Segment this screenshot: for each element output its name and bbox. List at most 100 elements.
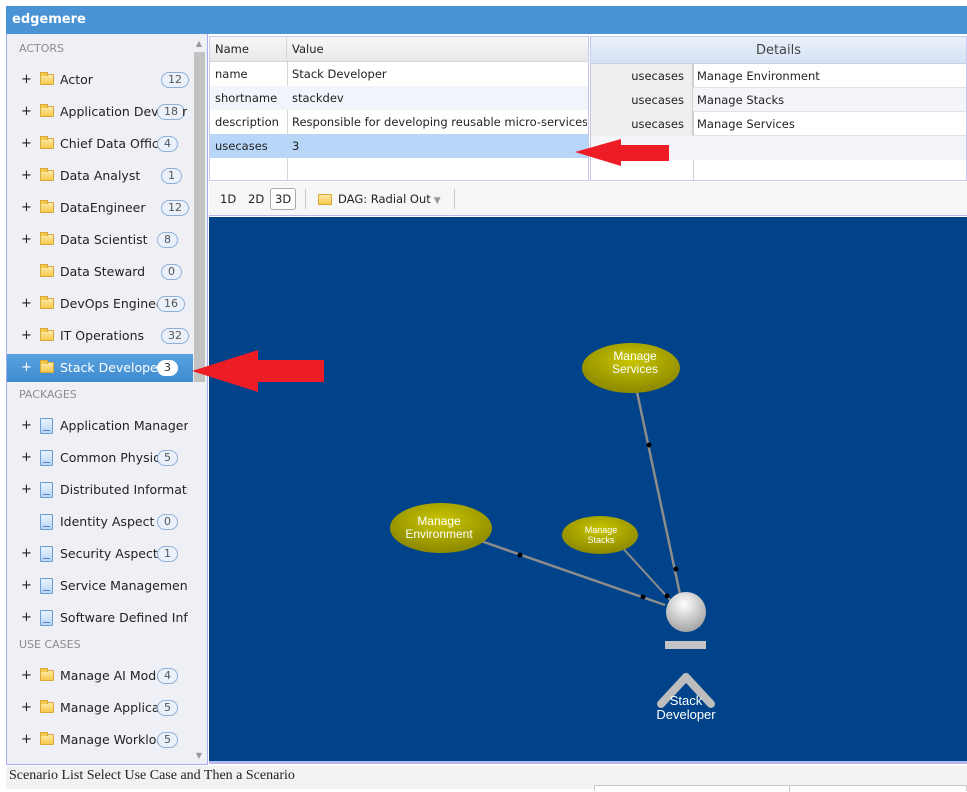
tree-item[interactable]: + Stack Developer 3 bbox=[7, 354, 193, 382]
usecase-node-manage-services[interactable]: Manage Services bbox=[582, 343, 680, 393]
expand-plus-icon[interactable]: + bbox=[21, 162, 32, 190]
node-label: Stacks bbox=[587, 535, 615, 545]
count-badge: 18 bbox=[157, 104, 185, 120]
expand-plus-icon[interactable]: + bbox=[21, 540, 32, 568]
tree-item-label: Identity Aspect bbox=[60, 514, 155, 529]
tree-item[interactable]: + Actor 12 bbox=[7, 66, 193, 94]
expand-plus-icon[interactable]: + bbox=[21, 476, 32, 504]
expand-plus-icon[interactable]: + bbox=[21, 604, 32, 632]
tree-item[interactable]: + Service Management bbox=[7, 572, 193, 600]
folder-icon bbox=[40, 104, 54, 117]
column-header-name[interactable]: Name bbox=[210, 37, 287, 61]
folder-icon bbox=[318, 194, 332, 205]
folder-icon bbox=[40, 264, 54, 277]
expand-plus-icon[interactable]: + bbox=[21, 444, 32, 472]
status-bar: Scenario List Select Use Case and Then a… bbox=[6, 766, 967, 792]
actor-node-stack-developer[interactable]: Stack Developer bbox=[656, 592, 716, 722]
expand-plus-icon[interactable]: + bbox=[21, 726, 32, 754]
property-row[interactable]: name Stack Developer bbox=[210, 62, 588, 86]
expand-plus-icon[interactable]: + bbox=[21, 66, 32, 94]
details-row[interactable]: usecases Manage Services bbox=[591, 112, 966, 136]
sidebar-tree: ACTORS + Actor 12 + Application Deve 18 r + Chief… bbox=[6, 34, 208, 765]
tree-item[interactable]: Identity Aspect 0 bbox=[7, 508, 193, 536]
tree-item-label: Security Aspect bbox=[60, 546, 158, 561]
scroll-down-arrow-icon[interactable]: ▼ bbox=[193, 750, 205, 762]
toolbar-separator bbox=[454, 189, 455, 209]
tree-item[interactable]: + Manage AI Model 4 bbox=[7, 662, 193, 690]
property-value: 3 bbox=[292, 139, 300, 153]
tree-item[interactable]: + DevOps Enginee 16 bbox=[7, 290, 193, 318]
expand-plus-icon[interactable]: + bbox=[21, 98, 32, 126]
tree-item[interactable]: + Software Defined Infr bbox=[7, 604, 193, 632]
dropdown-caret-icon: ▼ bbox=[433, 196, 441, 206]
count-badge: 32 bbox=[161, 328, 189, 344]
tree-item[interactable]: + Data Analyst 1 bbox=[7, 162, 193, 190]
usecase-node-manage-stacks[interactable]: Manage Stacks bbox=[562, 516, 638, 554]
expand-plus-icon[interactable]: + bbox=[21, 662, 32, 690]
folder-icon bbox=[40, 232, 54, 245]
tree-item[interactable]: + Data Scientist 8 bbox=[7, 226, 193, 254]
property-name: shortname bbox=[215, 91, 278, 105]
scrollbar-thumb[interactable] bbox=[194, 52, 205, 382]
sidebar-scrollbar[interactable]: ▲ ▼ bbox=[193, 38, 205, 762]
property-row[interactable]: shortname stackdev bbox=[210, 86, 588, 110]
count-badge: 12 bbox=[161, 72, 189, 88]
view-2d-button[interactable]: 2D bbox=[243, 188, 269, 210]
layout-dropdown[interactable]: DAG: Radial Out ▼ bbox=[338, 188, 441, 212]
tree-item[interactable]: + Chief Data Office 4 bbox=[7, 130, 193, 158]
property-value: Stack Developer bbox=[292, 67, 387, 81]
property-name: usecases bbox=[215, 139, 268, 153]
tree-item[interactable]: + Application Deve 18 r bbox=[7, 98, 193, 126]
section-heading: USE CASES bbox=[19, 638, 81, 651]
expand-plus-icon[interactable]: + bbox=[21, 322, 32, 350]
folder-icon bbox=[40, 668, 54, 681]
view-3d-button[interactable]: 3D bbox=[270, 188, 297, 210]
node-label: Environment bbox=[405, 527, 473, 541]
edge-midpoint bbox=[673, 566, 679, 572]
expand-plus-icon[interactable]: + bbox=[21, 412, 32, 440]
node-label: Manage bbox=[613, 349, 657, 363]
scroll-up-arrow-icon[interactable]: ▲ bbox=[193, 38, 205, 50]
expand-plus-icon[interactable]: + bbox=[21, 290, 32, 318]
expand-plus-icon[interactable]: + bbox=[21, 694, 32, 722]
folder-icon bbox=[40, 328, 54, 341]
details-row[interactable]: usecases Manage Stacks bbox=[591, 88, 966, 112]
package-icon bbox=[40, 546, 53, 562]
usecase-node-manage-environment[interactable]: Manage Environment bbox=[390, 503, 492, 553]
status-text: Scenario List Select Use Case and Then a… bbox=[9, 768, 295, 783]
count-badge: 5 bbox=[157, 732, 178, 748]
column-header-value[interactable]: Value bbox=[287, 37, 587, 61]
scenario-list-table[interactable] bbox=[594, 785, 967, 792]
view-1d-button[interactable]: 1D bbox=[215, 188, 241, 210]
graph-canvas[interactable]: Manage Services Manage Environment Manag… bbox=[209, 217, 967, 764]
details-row[interactable]: usecases Manage Environment bbox=[591, 64, 966, 88]
property-name: description bbox=[215, 115, 279, 129]
tree-item-label: Manage Workload bbox=[60, 732, 163, 747]
tree-item[interactable]: + Application Management bbox=[7, 412, 193, 440]
expand-plus-icon[interactable]: + bbox=[21, 194, 32, 222]
red-arrow-annotation-properties bbox=[575, 139, 669, 166]
property-row[interactable]: description Responsible for developing r… bbox=[210, 110, 588, 134]
count-badge: 0 bbox=[157, 514, 178, 530]
tree-item[interactable]: + Distributed Information bbox=[7, 476, 193, 504]
view-toolbar: 1D 2D 3D DAG: Radial Out ▼ bbox=[209, 182, 967, 216]
tree-item-label: IT Operations bbox=[60, 328, 145, 343]
tree-item-label: Manage AI Model bbox=[60, 668, 163, 683]
app-title-bar: edgemere bbox=[6, 6, 967, 34]
tree-item[interactable]: + Manage Applicati 5 bbox=[7, 694, 193, 722]
tree-item[interactable]: Data Steward 0 bbox=[7, 258, 193, 286]
actor-label: Stack bbox=[670, 693, 703, 708]
property-row-selected[interactable]: usecases 3 bbox=[210, 134, 588, 158]
property-value: Responsible for developing reusable micr… bbox=[292, 115, 587, 129]
tree-item[interactable]: + Security Aspect 1 bbox=[7, 540, 193, 568]
tree-item[interactable]: + Manage Workload 5 bbox=[7, 726, 193, 754]
expand-plus-icon[interactable]: + bbox=[21, 572, 32, 600]
expand-plus-icon[interactable]: + bbox=[21, 226, 32, 254]
expand-plus-icon[interactable]: + bbox=[21, 130, 32, 158]
tree-item[interactable]: + DataEngineer 12 bbox=[7, 194, 193, 222]
tree-item[interactable]: + Common Physical L5 bbox=[7, 444, 193, 472]
package-icon bbox=[40, 418, 53, 434]
expand-plus-icon[interactable]: + bbox=[21, 354, 32, 382]
layout-dropdown-value: DAG: Radial Out bbox=[338, 192, 431, 206]
tree-item[interactable]: + IT Operations 32 bbox=[7, 322, 193, 350]
